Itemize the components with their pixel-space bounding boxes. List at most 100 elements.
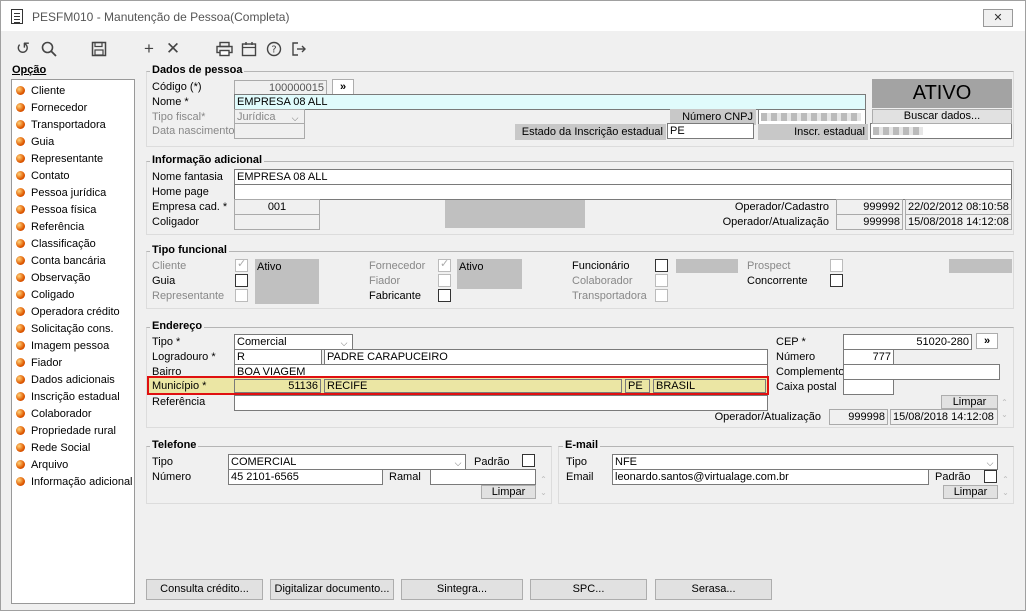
tipo-funcional-title: Tipo funcional <box>150 244 229 256</box>
telefone-numero-field[interactable]: 45 2101-6565 <box>228 469 383 485</box>
option-item[interactable]: Operadora crédito <box>16 304 120 320</box>
cep-field[interactable]: 51020-280 <box>843 334 972 350</box>
endereco-tipo-select[interactable]: Comercial <box>234 334 353 350</box>
calendar-icon[interactable] <box>237 37 261 61</box>
option-item[interactable]: Propriedade rural <box>16 423 116 439</box>
spc-button[interactable]: SPC... <box>530 579 647 600</box>
bullet-icon <box>16 392 25 401</box>
option-item[interactable]: Fiador <box>16 355 62 371</box>
help-icon[interactable]: ? <box>262 37 286 61</box>
option-item[interactable]: Conta bancária <box>16 253 106 269</box>
numero-endereco-field[interactable]: 777 <box>843 349 894 365</box>
tipo-fiscal-label: Tipo fiscal* <box>152 111 206 123</box>
ramal-field[interactable] <box>430 469 536 485</box>
nome-field[interactable]: EMPRESA 08 ALL <box>234 94 866 110</box>
close-button[interactable]: ✕ <box>983 9 1013 27</box>
logradouro-tipo-field[interactable]: R <box>234 349 322 365</box>
option-item[interactable]: Cliente <box>16 83 65 99</box>
serasa-button[interactable]: Serasa... <box>655 579 772 600</box>
email-tipo-select[interactable]: NFE <box>612 454 998 470</box>
codigo-lookup-button[interactable]: » <box>332 79 354 95</box>
guia-checkbox[interactable] <box>235 274 248 287</box>
cnpj-field[interactable] <box>758 109 866 125</box>
option-item[interactable]: Rede Social <box>16 440 90 456</box>
transportadora-checkbox[interactable] <box>655 289 668 302</box>
inscricao-estadual-field[interactable] <box>870 123 1012 139</box>
option-item[interactable]: Observação <box>16 270 90 286</box>
fabricante-label: Fabricante <box>369 290 421 302</box>
option-item[interactable]: Classificação <box>16 236 96 252</box>
concorrente-checkbox[interactable] <box>830 274 843 287</box>
option-item[interactable]: Informação adicional <box>16 474 133 490</box>
telefone-tipo-select[interactable]: COMERCIAL <box>228 454 466 470</box>
prospect-checkbox[interactable] <box>830 259 843 272</box>
caixa-postal-label: Caixa postal <box>776 381 837 393</box>
scroll-down-icon[interactable]: ⌄ <box>1000 407 1009 423</box>
representante-checkbox[interactable] <box>235 289 248 302</box>
option-item[interactable]: Coligado <box>16 287 74 303</box>
exit-icon[interactable] <box>287 37 311 61</box>
option-item[interactable]: Pessoa física <box>16 202 96 218</box>
fornecedor-checkbox[interactable] <box>438 257 451 272</box>
cliente-checkbox[interactable] <box>235 257 248 272</box>
complemento-field[interactable] <box>843 364 1000 380</box>
option-item[interactable]: Inscrição estadual <box>16 389 120 405</box>
title-bar: PESFM010 - Manutenção de Pessoa(Completa… <box>1 1 1025 31</box>
home-page-label: Home page <box>152 186 209 198</box>
option-item[interactable]: Pessoa jurídica <box>16 185 106 201</box>
sintegra-button[interactable]: Sintegra... <box>401 579 523 600</box>
option-item[interactable]: Fornecedor <box>16 100 87 116</box>
buscar-dados-button[interactable]: Buscar dados... <box>872 109 1012 124</box>
coligador-field[interactable] <box>234 214 320 230</box>
option-item[interactable]: Colaborador <box>16 406 92 422</box>
option-item[interactable]: Solicitação cons. <box>16 321 114 337</box>
email-limpar-button[interactable]: Limpar <box>943 485 998 499</box>
save-icon[interactable] <box>87 37 111 61</box>
scroll-down-icon[interactable]: ⌄ <box>539 485 548 501</box>
nome-label: Nome * <box>152 96 189 108</box>
consulta-credito-button[interactable]: Consulta crédito... <box>146 579 263 600</box>
email-field[interactable]: leonardo.santos@virtualage.com.br <box>612 469 929 485</box>
logradouro-field[interactable]: PADRE CARAPUCEIRO <box>324 349 768 365</box>
option-item[interactable]: Referência <box>16 219 84 235</box>
email-padrao-checkbox[interactable] <box>984 470 997 483</box>
cep-lookup-button[interactable]: » <box>976 333 998 349</box>
option-item[interactable]: Dados adicionais <box>16 372 115 388</box>
colaborador-checkbox[interactable] <box>655 274 668 287</box>
funcionario-checkbox[interactable] <box>655 259 668 272</box>
option-item[interactable]: Arquivo <box>16 457 68 473</box>
estado-inscricao-field[interactable]: PE <box>667 123 754 139</box>
telefone-padrao-checkbox[interactable] <box>522 454 535 467</box>
fabricante-checkbox[interactable] <box>438 289 451 302</box>
bullet-icon <box>16 273 25 282</box>
endereco-limpar-button[interactable]: Limpar <box>941 395 998 409</box>
prospect-label: Prospect <box>747 260 791 272</box>
print-icon[interactable] <box>212 37 236 61</box>
referencia-field[interactable] <box>234 395 768 411</box>
data-nascimento-field[interactable] <box>234 123 305 139</box>
add-icon[interactable]: + <box>137 37 161 61</box>
empresa-cad-label: Empresa cad. * <box>152 201 228 213</box>
nome-fantasia-field[interactable]: EMPRESA 08 ALL <box>234 169 1012 185</box>
bullet-icon <box>16 239 25 248</box>
search-icon[interactable] <box>37 37 61 61</box>
coligador-label: Coligador <box>152 216 200 228</box>
home-page-field[interactable] <box>234 184 1012 200</box>
option-item[interactable]: Guia <box>16 134 54 150</box>
telefone-tipo-label: Tipo <box>152 456 173 468</box>
empresa-cad-field[interactable]: 001 <box>234 199 320 215</box>
bullet-icon <box>16 375 25 384</box>
fiador-checkbox[interactable] <box>438 274 451 287</box>
option-item[interactable]: Representante <box>16 151 103 167</box>
option-item[interactable]: Contato <box>16 168 70 184</box>
digitalizar-documento-button[interactable]: Digitalizar documento... <box>270 579 394 600</box>
scroll-down-icon[interactable]: ⌄ <box>1001 485 1010 501</box>
caixa-postal-field[interactable] <box>843 379 894 395</box>
chevron-down-icon[interactable]: ⌵ <box>985 455 995 471</box>
option-item[interactable]: Transportadora <box>16 117 106 133</box>
option-item[interactable]: Imagem pessoa <box>16 338 109 354</box>
telefone-limpar-button[interactable]: Limpar <box>481 485 536 499</box>
bullet-icon <box>16 222 25 231</box>
undo-icon[interactable]: ↺ <box>11 37 35 61</box>
delete-icon[interactable]: ✕ <box>161 37 185 61</box>
